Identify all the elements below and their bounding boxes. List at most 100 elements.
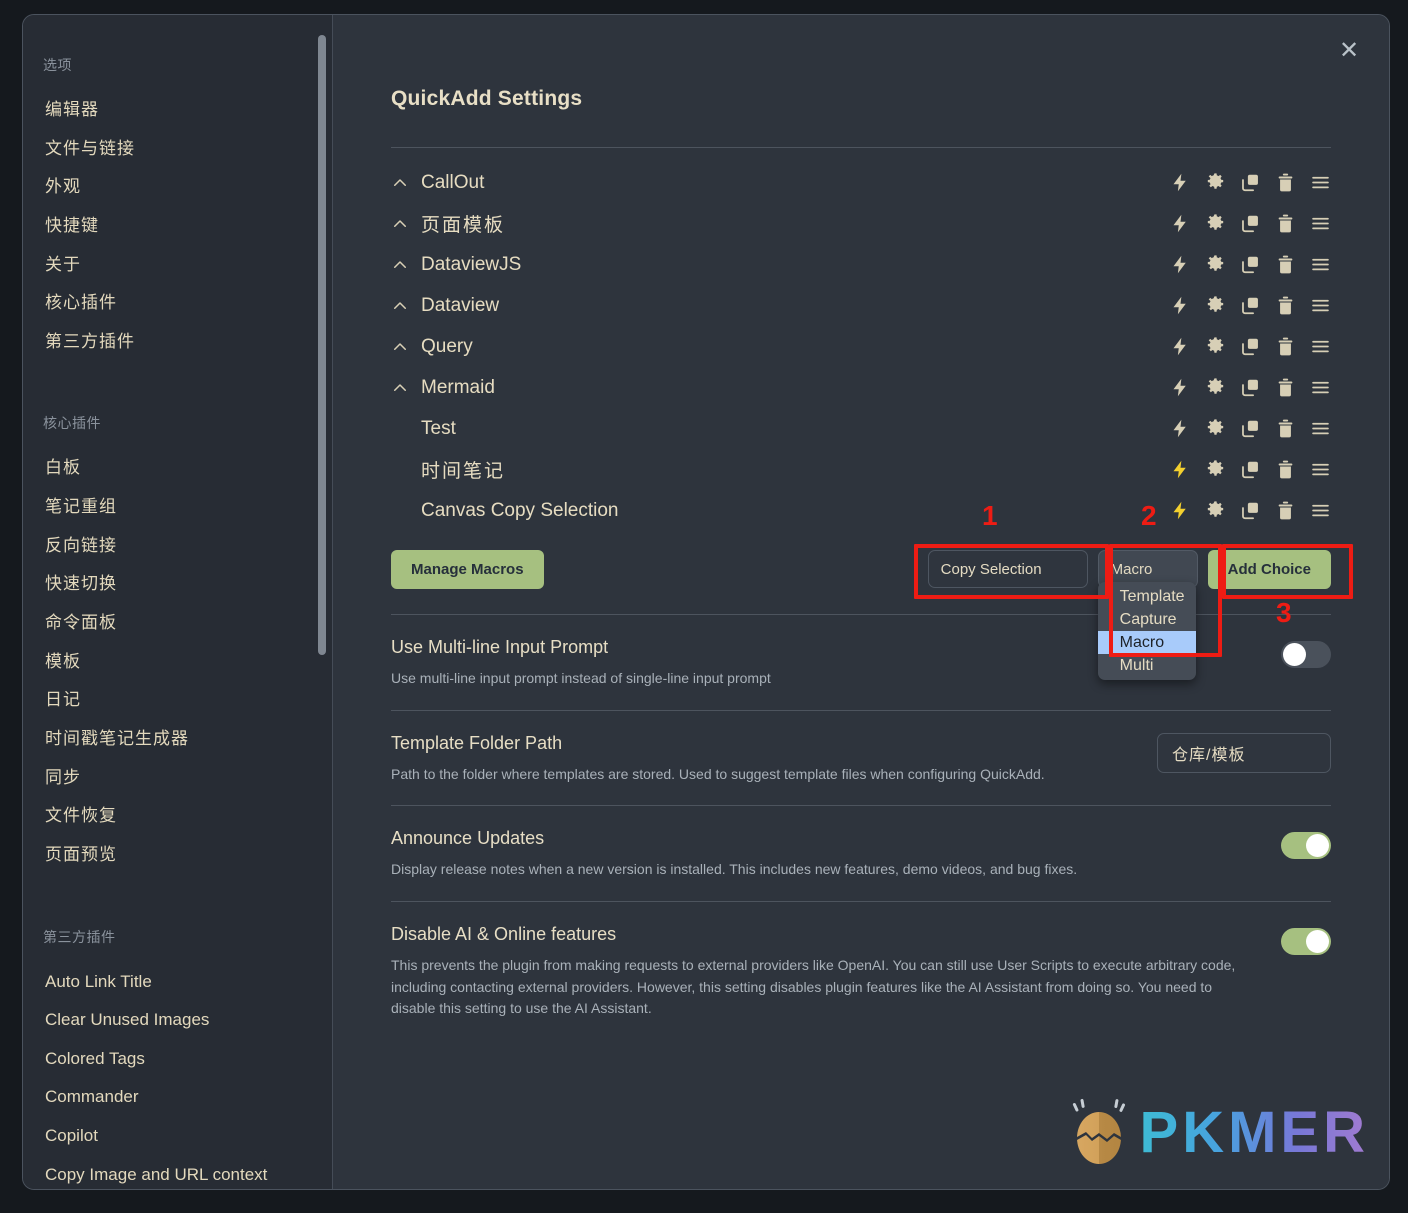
choice-row[interactable]: Dataview (391, 285, 1331, 326)
chevron-up-icon[interactable] (391, 379, 409, 397)
duplicate-icon[interactable] (1240, 500, 1261, 521)
trash-icon[interactable] (1275, 295, 1296, 316)
lightning-icon[interactable] (1170, 213, 1191, 234)
menu-icon[interactable] (1310, 213, 1331, 234)
menu-icon[interactable] (1310, 418, 1331, 439)
menu-icon[interactable] (1310, 500, 1331, 521)
choice-name-input[interactable] (927, 550, 1088, 588)
duplicate-icon[interactable] (1240, 254, 1261, 275)
trash-icon[interactable] (1275, 254, 1296, 275)
trash-icon[interactable] (1275, 418, 1296, 439)
duplicate-icon[interactable] (1240, 336, 1261, 357)
sidebar-item-item-0[interactable]: 白板 (23, 449, 332, 488)
menu-icon[interactable] (1310, 172, 1331, 193)
sidebar-item-colored-tags[interactable]: Colored Tags (23, 1040, 332, 1079)
lightning-icon[interactable] (1170, 172, 1191, 193)
trash-icon[interactable] (1275, 377, 1296, 398)
setting-toggle[interactable] (1281, 927, 1331, 955)
duplicate-icon[interactable] (1240, 377, 1261, 398)
chevron-up-icon[interactable] (391, 256, 409, 274)
choice-type-option-template[interactable]: Template (1098, 585, 1196, 608)
sidebar-item-item-5[interactable]: 模板 (23, 643, 332, 682)
lightning-icon[interactable] (1170, 459, 1191, 480)
add-choice-button[interactable]: Add Choice (1207, 549, 1331, 589)
chevron-up-icon[interactable] (391, 174, 409, 192)
sidebar-item-item-10[interactable]: 页面预览 (23, 836, 332, 875)
lightning-icon[interactable] (1170, 500, 1191, 521)
setting-row: Template Folder Path Path to the folder w… (391, 709, 1331, 806)
menu-icon[interactable] (1310, 254, 1331, 275)
duplicate-icon[interactable] (1240, 172, 1261, 193)
choice-row[interactable]: Canvas Copy Selection (391, 490, 1331, 531)
close-icon[interactable]: ✕ (1335, 37, 1363, 65)
chevron-up-icon[interactable] (391, 215, 409, 233)
menu-icon[interactable] (1310, 295, 1331, 316)
sidebar-scrollbar[interactable] (318, 35, 326, 655)
sidebar-item-item-4[interactable]: 关于 (23, 246, 332, 285)
trash-icon[interactable] (1275, 459, 1296, 480)
sidebar-item-item-6[interactable]: 第三方插件 (23, 323, 332, 362)
duplicate-icon[interactable] (1240, 295, 1261, 316)
choice-type-dropdown-menu[interactable]: Template Capture Macro Multi (1097, 582, 1196, 680)
choice-row[interactable]: 时间笔记 (391, 449, 1331, 490)
sidebar-item-item-2[interactable]: 反向链接 (23, 527, 332, 566)
sidebar-item-item-8[interactable]: 同步 (23, 759, 332, 798)
gear-icon[interactable] (1205, 295, 1226, 316)
gear-icon[interactable] (1205, 213, 1226, 234)
lightning-icon[interactable] (1170, 418, 1191, 439)
choice-row[interactable]: CallOut (391, 162, 1331, 203)
choice-row[interactable]: 页面模板 (391, 203, 1331, 244)
lightning-icon[interactable] (1170, 336, 1191, 357)
duplicate-icon[interactable] (1240, 418, 1261, 439)
lightning-icon[interactable] (1170, 377, 1191, 398)
trash-icon[interactable] (1275, 172, 1296, 193)
sidebar-item-item-4[interactable]: 命令面板 (23, 604, 332, 643)
sidebar-item-item-5[interactable]: 核心插件 (23, 284, 332, 323)
sidebar-item-item-1[interactable]: 文件与链接 (23, 130, 332, 169)
chevron-up-icon[interactable] (391, 338, 409, 356)
setting-toggle[interactable] (1281, 640, 1331, 668)
sidebar-item-item-3[interactable]: 快速切换 (23, 565, 332, 604)
lightning-icon[interactable] (1170, 295, 1191, 316)
sidebar-item-item-9[interactable]: 文件恢复 (23, 797, 332, 836)
gear-icon[interactable] (1205, 172, 1226, 193)
sidebar-item-auto-link-title[interactable]: Auto Link Title (23, 963, 332, 1002)
choice-type-option-macro[interactable]: Macro (1097, 631, 1196, 654)
gear-icon[interactable] (1205, 459, 1226, 480)
gear-icon[interactable] (1205, 377, 1226, 398)
choice-row[interactable]: DataviewJS (391, 244, 1331, 285)
choice-row[interactable]: Mermaid (391, 367, 1331, 408)
template-folder-path-input[interactable] (1157, 732, 1331, 773)
menu-icon[interactable] (1310, 336, 1331, 357)
duplicate-icon[interactable] (1240, 213, 1261, 234)
lightning-icon[interactable] (1170, 254, 1191, 275)
menu-icon[interactable] (1310, 377, 1331, 398)
gear-icon[interactable] (1205, 336, 1226, 357)
gear-icon[interactable] (1205, 254, 1226, 275)
sidebar-item-copilot[interactable]: Copilot (23, 1117, 332, 1156)
settings-sidebar: 选项 编辑器 文件与链接 外观 快捷键 关于 核心插件 第三方插件 核心插件 白板 笔记重组 反向链接… (23, 15, 333, 1189)
setting-toggle[interactable] (1281, 831, 1331, 859)
sidebar-item-item-6[interactable]: 日记 (23, 681, 332, 720)
chevron-up-icon[interactable] (391, 297, 409, 315)
sidebar-item-item-3[interactable]: 快捷键 (23, 207, 332, 246)
trash-icon[interactable] (1275, 336, 1296, 357)
choice-type-option-multi[interactable]: Multi (1098, 654, 1196, 677)
gear-icon[interactable] (1205, 418, 1226, 439)
menu-icon[interactable] (1310, 459, 1331, 480)
trash-icon[interactable] (1275, 213, 1296, 234)
manage-macros-button[interactable]: Manage Macros (391, 549, 544, 589)
trash-icon[interactable] (1275, 500, 1296, 521)
duplicate-icon[interactable] (1240, 459, 1261, 480)
choice-row[interactable]: Test (391, 408, 1331, 449)
sidebar-item-clear-unused-images[interactable]: Clear Unused Images (23, 1001, 332, 1040)
choice-row[interactable]: Query (391, 326, 1331, 367)
sidebar-item-item-7[interactable]: 时间戳笔记生成器 (23, 720, 332, 759)
sidebar-item-commander[interactable]: Commander (23, 1078, 332, 1117)
gear-icon[interactable] (1205, 500, 1226, 521)
choice-type-option-capture[interactable]: Capture (1098, 608, 1196, 631)
sidebar-item-item-2[interactable]: 外观 (23, 168, 332, 207)
sidebar-item-copy-image-and-url-context-menu[interactable]: Copy Image and URL context menu (23, 1156, 332, 1189)
sidebar-item-item-0[interactable]: 编辑器 (23, 91, 332, 130)
sidebar-item-item-1[interactable]: 笔记重组 (23, 488, 332, 527)
